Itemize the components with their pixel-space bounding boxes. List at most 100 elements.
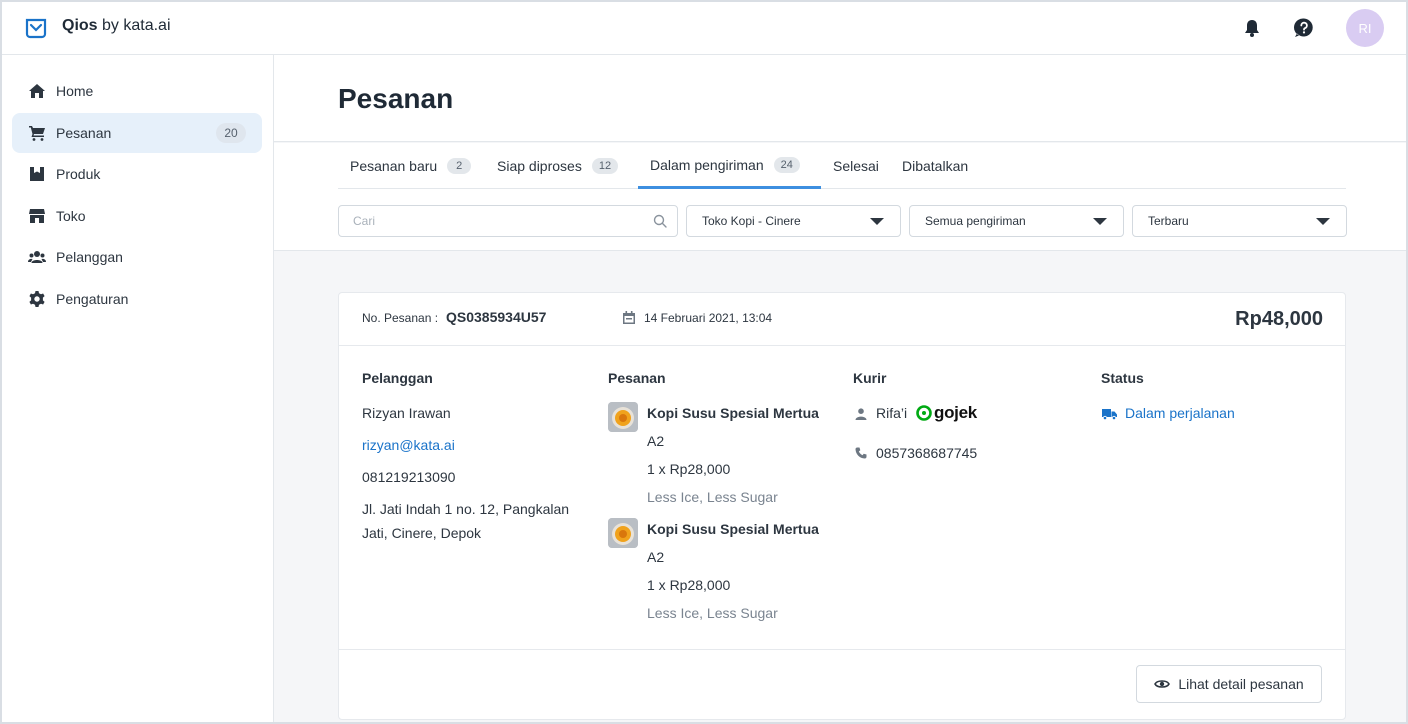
tab-dibatalkan[interactable]: Dibatalkan (890, 143, 980, 189)
courier-title: Kurir (853, 370, 887, 386)
bell-icon[interactable] (1242, 18, 1262, 38)
search-input[interactable] (339, 206, 639, 236)
shipping-select-value: Semua pengiriman (925, 214, 1026, 228)
search-box (338, 205, 678, 237)
order-total: Rp48,000 (1235, 308, 1323, 330)
coffee-image-icon (608, 402, 638, 432)
tab-count-badge: 24 (773, 156, 800, 173)
help-icon[interactable] (1293, 17, 1315, 39)
customer-email[interactable]: rizyan@kata.ai (362, 433, 455, 457)
brand-bold: Qios (62, 17, 98, 34)
home-icon (29, 84, 45, 98)
sidebar-item-toko[interactable]: Toko (12, 196, 262, 236)
chevron-down-icon (1316, 218, 1330, 225)
tab-selesai[interactable]: Selesai (821, 143, 891, 189)
tab-count-badge: 2 (447, 158, 472, 174)
item-note: Less Ice, Less Sugar (647, 605, 778, 621)
customer-name: Rizyan Irawan (362, 405, 451, 421)
brand-rest: by kata.ai (102, 17, 171, 34)
sidebar-item-home[interactable]: Home (12, 71, 262, 111)
items-title: Pesanan (608, 370, 666, 386)
cart-icon (29, 126, 45, 141)
chevron-down-icon (1093, 218, 1107, 225)
avatar[interactable]: RI (1346, 9, 1384, 47)
view-order-detail-button[interactable]: Lihat detail pesanan (1136, 665, 1322, 703)
order-card-header: No. Pesanan : QS0385934U57 14 Februari 2… (339, 293, 1345, 346)
courier-phone: 0857368687745 (876, 445, 978, 461)
courier-name: Rifa’i (876, 405, 908, 421)
sidebar-item-label: Produk (56, 166, 101, 182)
sidebar-item-label: Pesanan (56, 125, 112, 141)
sidebar-item-label: Pengaturan (56, 291, 129, 307)
order-card: No. Pesanan : QS0385934U57 14 Februari 2… (338, 292, 1346, 720)
eye-icon (1154, 680, 1171, 688)
sidebar-item-produk[interactable]: Produk (12, 154, 262, 194)
users-icon (28, 251, 46, 263)
tab-count-badge: 12 (591, 158, 619, 174)
detail-button-label: Lihat detail pesanan (1178, 676, 1304, 692)
filter-area: Pesanan baru 2 Siap diproses 12 Dalam pe… (274, 143, 1406, 251)
card-divider (339, 649, 1345, 650)
calendar-icon (623, 311, 635, 324)
app-window: Qios by kata.ai RI Home Pesanan 20 Produ… (0, 0, 1408, 724)
shipping-select[interactable]: Semua pengiriman (909, 205, 1124, 237)
phone-icon (855, 447, 867, 459)
main-content: Pesanan Pesanan baru 2 Siap diproses 12 … (274, 55, 1406, 722)
sidebar-item-label: Pelanggan (56, 249, 123, 265)
brand-name: Qios by kata.ai (62, 17, 171, 35)
tab-label: Dibatalkan (902, 158, 969, 174)
sidebar-item-pelanggan[interactable]: Pelanggan (12, 237, 262, 277)
item-note: Less Ice, Less Sugar (647, 489, 778, 505)
sidebar-item-label: Home (56, 83, 94, 99)
courier-service: gojek (934, 403, 977, 422)
store-select-value: Toko Kopi - Cinere (702, 214, 801, 228)
truck-icon (1102, 409, 1117, 420)
chevron-down-icon (870, 218, 884, 225)
tab-label: Pesanan baru (350, 158, 438, 174)
person-icon (855, 408, 867, 420)
tab-siap-diproses[interactable]: Siap diproses 12 (485, 143, 630, 189)
tab-label: Dalam pengiriman (650, 156, 764, 173)
search-icon[interactable] (653, 214, 667, 228)
gojek-icon (916, 405, 932, 421)
order-tabs: Pesanan baru 2 Siap diproses 12 Dalam pe… (338, 143, 1346, 189)
item-qty-price: 1 x Rp28,000 (647, 461, 731, 477)
item-name: Kopi Susu Spesial Mertua (647, 405, 819, 421)
product-image (608, 402, 638, 432)
tab-dalam-pengiriman[interactable]: Dalam pengiriman 24 (638, 143, 821, 189)
status-value: Dalam perjalanan (1125, 405, 1235, 421)
page-title: Pesanan (338, 83, 454, 114)
gear-icon (29, 291, 45, 307)
tab-label: Siap diproses (497, 158, 582, 174)
tab-pesanan-baru[interactable]: Pesanan baru 2 (338, 143, 483, 189)
store-select[interactable]: Toko Kopi - Cinere (686, 205, 901, 237)
item-name: Kopi Susu Spesial Mertua (647, 521, 819, 537)
sidebar-item-pengaturan[interactable]: Pengaturan (12, 279, 262, 319)
sidebar: Home Pesanan 20 Produk Toko Pelanggan Pe… (2, 55, 274, 722)
sidebar-item-pesanan[interactable]: Pesanan 20 (12, 113, 262, 153)
sort-select-value: Terbaru (1148, 214, 1189, 228)
page-header: Pesanan (274, 55, 1406, 142)
order-date: 14 Februari 2021, 13:04 (644, 311, 773, 325)
product-image (608, 518, 638, 548)
customer-address-line1: Jl. Jati Indah 1 no. 12, Pangkalan (362, 501, 570, 517)
store-icon (29, 209, 45, 223)
customer-phone: 081219213090 (362, 469, 456, 485)
tab-label: Selesai (833, 158, 879, 174)
coffee-image-icon (608, 518, 638, 548)
order-count-badge: 20 (216, 123, 246, 143)
item-variant: A2 (647, 433, 665, 449)
item-qty-price: 1 x Rp28,000 (647, 577, 731, 593)
customer-title: Pelanggan (362, 370, 433, 386)
sort-select[interactable]: Terbaru (1132, 205, 1347, 237)
product-icon (30, 167, 44, 181)
gojek-logo: gojek (916, 403, 977, 423)
sidebar-item-label: Toko (56, 208, 86, 224)
top-bar: Qios by kata.ai RI (2, 2, 1406, 55)
qios-logo-icon (25, 18, 47, 39)
order-number-label: No. Pesanan : (362, 311, 439, 325)
item-variant: A2 (647, 549, 665, 565)
status-title: Status (1101, 370, 1144, 386)
customer-address-line2: Jati, Cinere, Depok (362, 525, 482, 541)
order-number: QS0385934U57 (446, 309, 547, 325)
